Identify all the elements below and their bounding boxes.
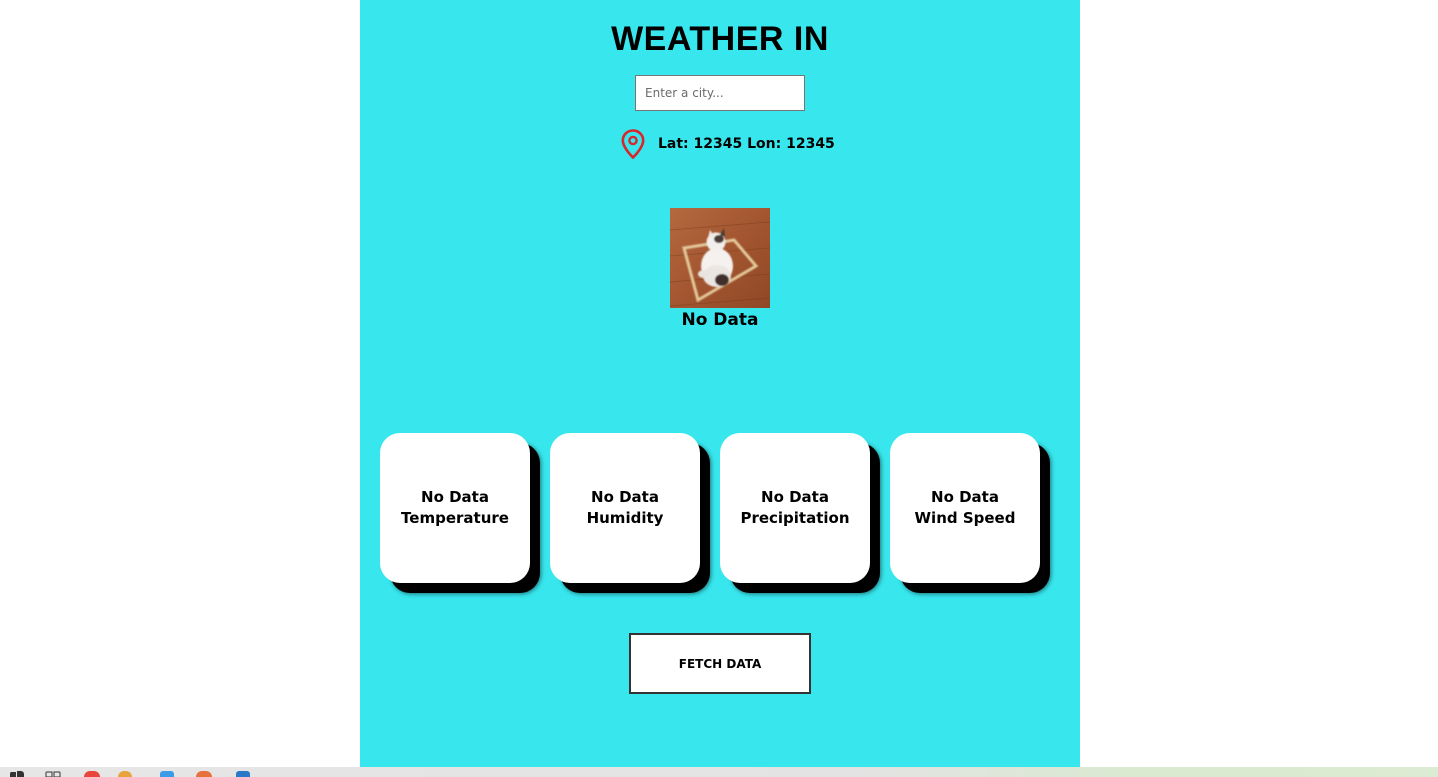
- wind-speed-value: No Data: [931, 488, 999, 506]
- map-pin-icon: [621, 129, 645, 159]
- weather-panel: WEATHER IN Lat: 12345 Lon: 12345: [360, 0, 1080, 767]
- chrome-icon[interactable]: [84, 771, 100, 777]
- temperature-value: No Data: [421, 488, 489, 506]
- fetch-data-button[interactable]: FETCH DATA: [629, 633, 811, 694]
- file-explorer-icon[interactable]: [160, 771, 174, 777]
- weather-condition-image: [670, 208, 770, 308]
- city-search-input[interactable]: [635, 75, 805, 111]
- precipitation-value: No Data: [761, 488, 829, 506]
- os-taskbar: [0, 767, 1438, 777]
- task-view-icon[interactable]: [45, 771, 61, 777]
- wind-speed-label: Wind Speed: [914, 509, 1016, 527]
- humidity-label: Humidity: [586, 509, 664, 527]
- browser-icon[interactable]: [196, 771, 212, 777]
- humidity-card: No Data Humidity: [550, 433, 700, 583]
- vscode-icon[interactable]: [236, 771, 250, 777]
- weather-condition-text: No Data: [681, 310, 759, 330]
- page-title: WEATHER IN: [611, 20, 829, 58]
- page: WEATHER IN Lat: 12345 Lon: 12345: [0, 0, 1438, 777]
- temperature-card: No Data Temperature: [380, 433, 530, 583]
- app-icon[interactable]: [118, 771, 132, 777]
- location-row: Lat: 12345 Lon: 12345: [618, 128, 835, 160]
- humidity-value: No Data: [591, 488, 659, 506]
- precipitation-card: No Data Precipitation: [720, 433, 870, 583]
- windows-start-icon[interactable]: [10, 771, 24, 777]
- coordinates-text: Lat: 12345 Lon: 12345: [658, 136, 835, 152]
- temperature-label: Temperature: [401, 509, 509, 527]
- precipitation-label: Precipitation: [740, 509, 850, 527]
- wind-speed-card: No Data Wind Speed: [890, 433, 1040, 583]
